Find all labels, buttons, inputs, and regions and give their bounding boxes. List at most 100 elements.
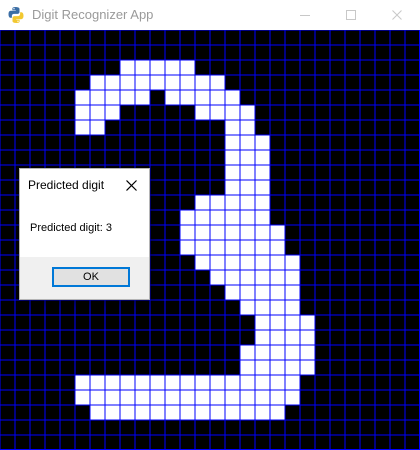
filled-cell[interactable]	[255, 225, 270, 240]
filled-cell[interactable]	[240, 345, 255, 360]
filled-cell[interactable]	[255, 240, 270, 255]
filled-cell[interactable]	[240, 270, 255, 285]
filled-cell[interactable]	[210, 240, 225, 255]
filled-cell[interactable]	[225, 240, 240, 255]
filled-cell[interactable]	[225, 225, 240, 240]
filled-cell[interactable]	[270, 390, 285, 405]
filled-cell[interactable]	[240, 150, 255, 165]
filled-cell[interactable]	[285, 255, 300, 270]
filled-cell[interactable]	[210, 270, 225, 285]
filled-cell[interactable]	[255, 405, 270, 420]
filled-cell[interactable]	[105, 375, 120, 390]
filled-cell[interactable]	[225, 270, 240, 285]
filled-cell[interactable]	[180, 210, 195, 225]
filled-cell[interactable]	[210, 195, 225, 210]
filled-cell[interactable]	[90, 75, 105, 90]
filled-cell[interactable]	[285, 375, 300, 390]
filled-cell[interactable]	[225, 180, 240, 195]
filled-cell[interactable]	[285, 345, 300, 360]
filled-cell[interactable]	[120, 405, 135, 420]
filled-cell[interactable]	[135, 390, 150, 405]
filled-cell[interactable]	[90, 120, 105, 135]
filled-cell[interactable]	[210, 75, 225, 90]
filled-cell[interactable]	[240, 405, 255, 420]
filled-cell[interactable]	[255, 270, 270, 285]
filled-cell[interactable]	[225, 120, 240, 135]
filled-cell[interactable]	[75, 375, 90, 390]
filled-cell[interactable]	[180, 60, 195, 75]
filled-cell[interactable]	[195, 210, 210, 225]
filled-cell[interactable]	[90, 105, 105, 120]
filled-cell[interactable]	[285, 390, 300, 405]
filled-cell[interactable]	[240, 165, 255, 180]
filled-cell[interactable]	[270, 285, 285, 300]
filled-cell[interactable]	[255, 180, 270, 195]
filled-cell[interactable]	[225, 150, 240, 165]
filled-cell[interactable]	[105, 75, 120, 90]
filled-cell[interactable]	[90, 390, 105, 405]
filled-cell[interactable]	[255, 300, 270, 315]
filled-cell[interactable]	[180, 90, 195, 105]
filled-cell[interactable]	[300, 330, 315, 345]
filled-cell[interactable]	[135, 405, 150, 420]
filled-cell[interactable]	[195, 75, 210, 90]
maximize-button[interactable]	[328, 0, 374, 30]
filled-cell[interactable]	[105, 105, 120, 120]
filled-cell[interactable]	[120, 390, 135, 405]
filled-cell[interactable]	[120, 60, 135, 75]
filled-cell[interactable]	[120, 375, 135, 390]
filled-cell[interactable]	[225, 390, 240, 405]
filled-cell[interactable]	[270, 315, 285, 330]
filled-cell[interactable]	[195, 105, 210, 120]
filled-cell[interactable]	[210, 375, 225, 390]
filled-cell[interactable]	[210, 210, 225, 225]
filled-cell[interactable]	[240, 210, 255, 225]
filled-cell[interactable]	[165, 390, 180, 405]
filled-cell[interactable]	[270, 375, 285, 390]
filled-cell[interactable]	[180, 240, 195, 255]
filled-cell[interactable]	[165, 375, 180, 390]
minimize-button[interactable]	[282, 0, 328, 30]
filled-cell[interactable]	[210, 225, 225, 240]
filled-cell[interactable]	[240, 135, 255, 150]
filled-cell[interactable]	[255, 315, 270, 330]
filled-cell[interactable]	[225, 105, 240, 120]
filled-cell[interactable]	[300, 360, 315, 375]
filled-cell[interactable]	[270, 330, 285, 345]
filled-cell[interactable]	[120, 90, 135, 105]
filled-cell[interactable]	[135, 375, 150, 390]
filled-cell[interactable]	[225, 90, 240, 105]
filled-cell[interactable]	[195, 405, 210, 420]
filled-cell[interactable]	[285, 315, 300, 330]
filled-cell[interactable]	[255, 330, 270, 345]
filled-cell[interactable]	[75, 105, 90, 120]
filled-cell[interactable]	[75, 120, 90, 135]
filled-cell[interactable]	[300, 315, 315, 330]
filled-cell[interactable]	[255, 255, 270, 270]
filled-cell[interactable]	[240, 390, 255, 405]
filled-cell[interactable]	[285, 285, 300, 300]
filled-cell[interactable]	[255, 360, 270, 375]
filled-cell[interactable]	[240, 255, 255, 270]
filled-cell[interactable]	[90, 375, 105, 390]
filled-cell[interactable]	[270, 345, 285, 360]
filled-cell[interactable]	[285, 330, 300, 345]
filled-cell[interactable]	[255, 210, 270, 225]
close-button[interactable]	[374, 0, 420, 30]
filled-cell[interactable]	[180, 390, 195, 405]
filled-cell[interactable]	[285, 360, 300, 375]
filled-cell[interactable]	[270, 225, 285, 240]
filled-cell[interactable]	[135, 75, 150, 90]
filled-cell[interactable]	[210, 390, 225, 405]
filled-cell[interactable]	[240, 180, 255, 195]
filled-cell[interactable]	[270, 300, 285, 315]
filled-cell[interactable]	[240, 240, 255, 255]
ok-button[interactable]: OK	[52, 267, 130, 287]
filled-cell[interactable]	[150, 375, 165, 390]
filled-cell[interactable]	[270, 360, 285, 375]
filled-cell[interactable]	[195, 90, 210, 105]
filled-cell[interactable]	[180, 225, 195, 240]
filled-cell[interactable]	[285, 300, 300, 315]
filled-cell[interactable]	[225, 165, 240, 180]
filled-cell[interactable]	[195, 195, 210, 210]
